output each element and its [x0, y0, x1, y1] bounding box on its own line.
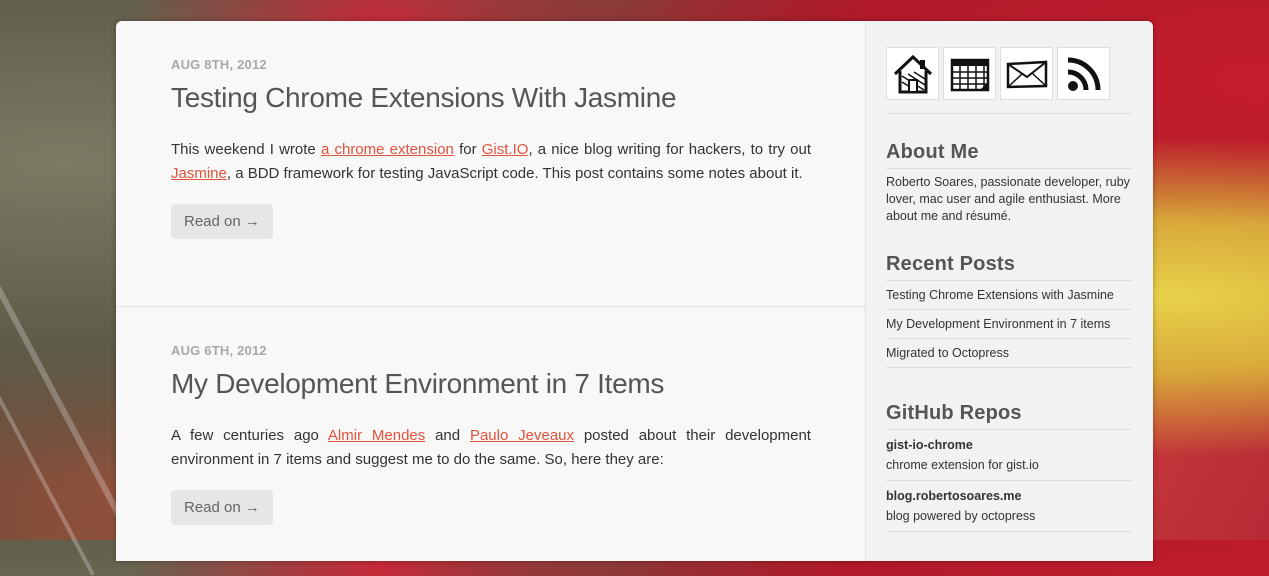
rss-icon[interactable]: [1057, 47, 1110, 100]
recent-post-link[interactable]: Testing Chrome Extensions with Jasmine: [886, 281, 1132, 310]
post-entry: AUG 8TH, 2012 Testing Chrome Extensions …: [171, 57, 811, 239]
post-date: AUG 8TH, 2012: [171, 57, 267, 72]
about-heading: About Me: [886, 141, 1132, 169]
repo-name[interactable]: gist-io-chrome: [886, 430, 1132, 452]
post-text: , a BDD framework for testing JavaScript…: [226, 165, 803, 182]
post-excerpt: This weekend I wrote a chrome extension …: [171, 138, 811, 186]
post-entry: AUG 6TH, 2012 My Development Environment…: [171, 343, 811, 525]
read-on-button[interactable]: Read on →: [171, 490, 273, 525]
sidebar: About Me Roberto Soares, passionate deve…: [865, 21, 1153, 561]
icon-row-divider: [886, 113, 1132, 114]
about-section: About Me Roberto Soares, passionate deve…: [886, 141, 1132, 225]
post-title[interactable]: Testing Chrome Extensions With Jasmine: [171, 82, 811, 114]
rss-icon-graphic: [1067, 57, 1100, 91]
mail-icon[interactable]: [1000, 47, 1053, 100]
paulo-jeveaux-link[interactable]: Paulo Jeveaux: [470, 427, 574, 444]
recent-post-link[interactable]: Migrated to Octopress: [886, 339, 1132, 368]
gistio-link[interactable]: Gist.IO: [482, 141, 529, 158]
post-text: A few centuries ago: [171, 427, 328, 444]
calendar-icon[interactable]: [943, 47, 996, 100]
repo-description: blog powered by octopress: [886, 503, 1132, 532]
main-content: AUG 8TH, 2012 Testing Chrome Extensions …: [116, 21, 865, 561]
page-card: AUG 8TH, 2012 Testing Chrome Extensions …: [116, 21, 1153, 561]
almir-mendes-link[interactable]: Almir Mendes: [328, 427, 425, 444]
recent-post-link[interactable]: My Development Environment in 7 items: [886, 310, 1132, 339]
calendar-icon-graphic: [950, 58, 989, 91]
post-text: This weekend I wrote: [171, 141, 321, 158]
icon-nav: [886, 47, 1110, 100]
about-text: Roberto Soares, passionate developer, ru…: [886, 175, 1130, 223]
github-repos-heading: GitHub Repos: [886, 402, 1132, 430]
home-icon-graphic: [893, 54, 932, 93]
recent-posts-section: Recent Posts Testing Chrome Extensions w…: [886, 253, 1132, 368]
post-divider: [116, 306, 865, 307]
post-date: AUG 6TH, 2012: [171, 343, 267, 358]
repo-description: chrome extension for gist.io: [886, 452, 1132, 481]
recent-posts-heading: Recent Posts: [886, 253, 1132, 281]
chrome-extension-link[interactable]: a chrome extension: [321, 141, 454, 158]
read-on-button[interactable]: Read on →: [171, 204, 273, 239]
repo-name[interactable]: blog.robertosoares.me: [886, 481, 1132, 503]
github-repos-section: GitHub Repos gist-io-chrome chrome exten…: [886, 402, 1132, 532]
post-text: for: [453, 141, 482, 158]
post-text: and: [425, 427, 470, 444]
post-excerpt: A few centuries ago Almir Mendes and Pau…: [171, 424, 811, 472]
post-text: , a nice blog writing for hackers, to tr…: [528, 141, 812, 158]
jasmine-link[interactable]: Jasmine: [171, 165, 227, 182]
mail-icon-graphic: [1006, 60, 1047, 88]
home-icon[interactable]: [886, 47, 939, 100]
post-title[interactable]: My Development Environment in 7 Items: [171, 368, 811, 400]
